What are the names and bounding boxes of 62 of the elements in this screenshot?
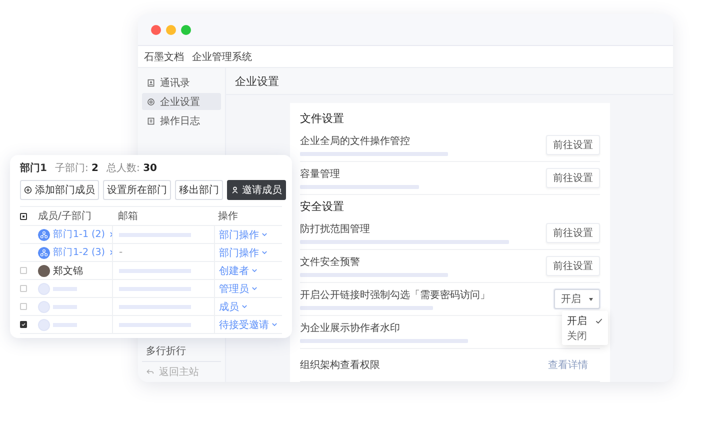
chevron-right-icon [108, 249, 115, 256]
column-header: 邮箱 [117, 210, 139, 224]
dropdown-option[interactable]: 关闭 [562, 328, 608, 343]
caret-icon [589, 298, 593, 300]
setting-label: 文件安全预警 [300, 256, 361, 269]
avatar-placeholder [38, 318, 50, 330]
department-stat: 总人数: 30 [106, 162, 157, 175]
row-checkbox[interactable] [20, 321, 27, 328]
go-settings-button[interactable]: 前往设置 [546, 256, 600, 276]
minimize-dot-icon[interactable] [166, 24, 176, 34]
section-title: 文件设置 [300, 111, 345, 127]
chevron-down-icon [271, 321, 278, 328]
go-settings-button[interactable]: 前往设置 [546, 168, 600, 188]
action-button[interactable]: 移出部门 [175, 180, 223, 200]
select-all-checkbox[interactable] [20, 212, 27, 220]
department-stat: 子部门: 2 [54, 162, 98, 175]
contacts-icon [147, 78, 155, 86]
close-dot-icon[interactable] [151, 24, 161, 34]
department-icon [38, 228, 50, 240]
chevron-down-icon [261, 231, 268, 238]
page-title: 企业设置 [226, 68, 673, 95]
invite-button[interactable]: 邀请成员 [227, 180, 286, 200]
setting-label: 企业全局的文件操作管控 [300, 134, 411, 148]
photo-placeholder [38, 264, 50, 276]
chevron-down-icon [251, 285, 258, 292]
back-arrow-icon [146, 368, 154, 376]
gear-icon [147, 98, 155, 106]
member-name: 郑文锦 [53, 264, 83, 278]
setting-label: 防打扰范围管理 [300, 222, 371, 236]
department-icon [38, 246, 50, 258]
go-settings-button[interactable]: 前往设置 [546, 135, 600, 155]
action-button[interactable]: 添加部门成员 [20, 180, 99, 200]
chevron-down-icon [251, 267, 258, 274]
app-logo: 石墨文档 [144, 50, 184, 64]
clipboard-icon [147, 116, 155, 124]
column-header: 操作 [217, 210, 239, 224]
maximize-dot-icon[interactable] [181, 24, 191, 34]
app-subtitle: 企业管理系统 [192, 50, 252, 64]
sidebar-item[interactable]: 通讯录 [142, 74, 221, 91]
department-title: 部门1 [20, 161, 47, 175]
sidebar-item[interactable]: 操作日志 [142, 112, 221, 129]
dropdown-option[interactable]: 开启 [562, 313, 608, 328]
add-circle-icon [24, 186, 32, 194]
avatar-placeholder [38, 282, 50, 294]
chevron-down-icon [261, 249, 268, 256]
checkmark-icon [595, 316, 603, 324]
setting-label: 容量管理 [300, 168, 341, 181]
section-title: 安全设置 [300, 199, 345, 215]
column-header: 成员/子部门 [38, 210, 92, 224]
email-text: - [119, 247, 123, 258]
go-settings-button[interactable]: 前往设置 [546, 223, 600, 243]
sidebar-link[interactable]: 多行折行 [142, 343, 221, 362]
person-icon [231, 186, 239, 194]
dropdown[interactable]: 开启 [554, 289, 600, 309]
action-button[interactable]: 设置所在部门 [103, 180, 171, 200]
setting-label: 为企业展示协作者水印 [300, 322, 401, 335]
chevron-right-icon [108, 231, 115, 238]
setting-label: 组织架构查看权限 [300, 358, 381, 372]
avatar-placeholder [38, 300, 50, 312]
chevron-down-icon [241, 303, 248, 310]
setting-label: 开启公开链接时强制勾选「需要密码访问」 [300, 288, 491, 302]
sidebar-item[interactable]: 企业设置 [142, 93, 221, 110]
